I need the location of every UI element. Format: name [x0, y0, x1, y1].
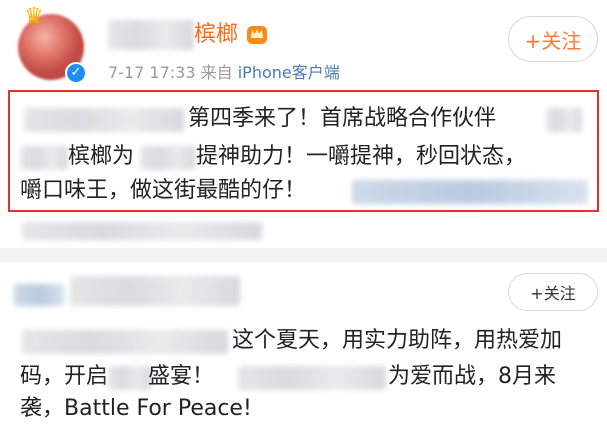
source-prefix: 来自 [200, 63, 233, 82]
vip-crown-icon [247, 26, 267, 44]
post2-text-line-2a: 码，开启 [20, 364, 109, 389]
redacted-text [24, 108, 184, 132]
redacted-footer [22, 222, 262, 240]
redacted-text [238, 366, 386, 390]
redacted-link[interactable] [352, 180, 588, 204]
author-name-2-redacted[interactable] [70, 276, 240, 306]
post-text-line-2a: 槟榔为 [68, 144, 135, 169]
post-text-line-3: 嚼口味王，做这街最酷的仔！ [20, 178, 307, 203]
post-source[interactable]: iPhone客户端 [238, 63, 340, 82]
post-divider [0, 248, 607, 262]
redacted-text [108, 366, 152, 390]
author-name[interactable]: 槟榔 [194, 20, 238, 50]
post2-text-line-2b: 盛宴！ [148, 364, 215, 389]
follow-button[interactable]: +关注 [508, 16, 598, 62]
redacted-text [22, 330, 228, 354]
follow-label: +关注 [524, 28, 582, 53]
author-name-redacted[interactable] [108, 20, 194, 50]
redacted-text [20, 146, 68, 170]
redacted-text [546, 108, 582, 132]
post2-text-line-1: 这个夏天，用实力助阵，用热爱加 [232, 328, 563, 353]
follow-label-2: +关注 [530, 284, 576, 303]
crown-icon: ♛ [24, 4, 44, 29]
redacted-text [140, 146, 196, 170]
post2-text-line-3: 袭，Battle For Peace! [20, 396, 252, 421]
post-text-line-1: 第四季来了！首席战略合作伙伴 [188, 106, 497, 131]
post2-text-line-2c: 为爱而战，8月来 [388, 364, 556, 389]
follow-button-2[interactable]: +关注 [508, 273, 598, 311]
post-meta: 7-17 17:33 来自 iPhone客户端 [108, 62, 340, 84]
post-timestamp: 7-17 17:33 [108, 63, 196, 82]
verified-badge-icon: ✓ [65, 62, 87, 84]
post-text-line-2b: 提神助力！一嚼提神，秒回状态， [196, 144, 527, 169]
author-avatar-2[interactable] [14, 284, 64, 306]
